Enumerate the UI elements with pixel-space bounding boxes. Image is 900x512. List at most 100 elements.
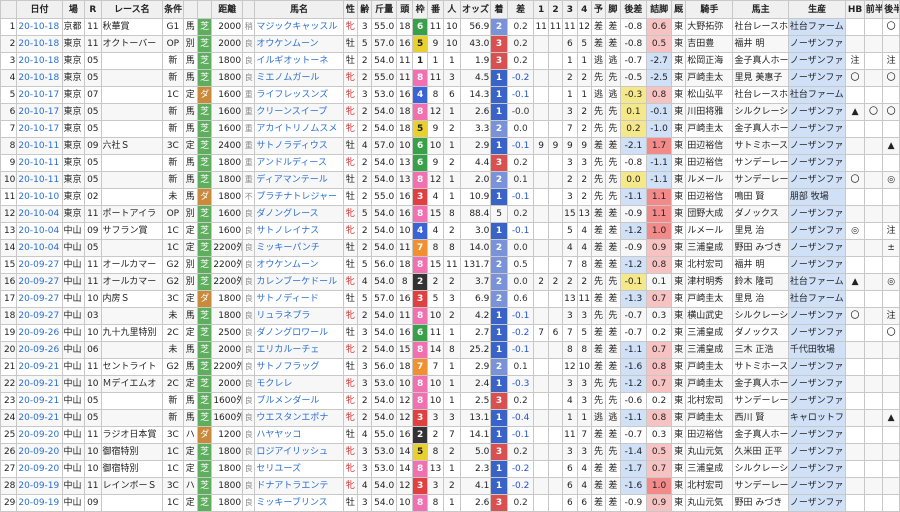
date-cell[interactable]: 20-10-18 — [16, 69, 63, 87]
column-header[interactable]: 後半 — [882, 0, 900, 19]
horse-cell[interactable]: クリーンスイープ — [254, 103, 344, 121]
date-cell[interactable]: 20-10-17 — [16, 103, 63, 121]
horse-cell[interactable]: リュラネプラ — [254, 307, 344, 325]
date-cell[interactable]: 20-09-27 — [16, 290, 63, 308]
column-header[interactable]: 距離 — [211, 0, 244, 19]
column-header[interactable] — [196, 0, 213, 19]
column-header[interactable]: 3 — [562, 0, 578, 19]
date-cell[interactable]: 20-09-27 — [16, 256, 63, 274]
horse-cell[interactable]: ウエスタンエポナ — [254, 409, 344, 427]
date-cell[interactable]: 20-10-18 — [16, 52, 63, 70]
date-cell[interactable]: 20-09-27 — [16, 273, 63, 291]
date-cell[interactable]: 20-10-04 — [16, 239, 63, 257]
horse-cell[interactable]: ライフレッスンズ — [254, 86, 344, 104]
column-header[interactable]: 日付 — [16, 0, 63, 19]
column-header[interactable]: レース名 — [100, 0, 164, 19]
column-header[interactable] — [242, 0, 256, 19]
column-header[interactable]: 頭 — [395, 0, 414, 19]
horse-cell[interactable]: オウケンムーン — [254, 35, 344, 53]
column-header[interactable]: 番 — [426, 0, 445, 19]
date-cell[interactable]: 20-09-21 — [16, 392, 63, 410]
date-cell[interactable]: 20-09-19 — [16, 477, 63, 495]
date-cell[interactable]: 20-09-26 — [16, 341, 63, 359]
column-header[interactable]: 枠 — [412, 0, 428, 19]
horse-cell[interactable]: マジックキャッスル — [254, 18, 344, 36]
owner-cell: 金子真人ホー — [732, 52, 789, 70]
horse-cell[interactable]: アンドルディース — [254, 154, 344, 172]
horse-cell[interactable]: ブルメンダール — [254, 392, 344, 410]
column-header[interactable]: 生産 — [787, 0, 847, 19]
horse-cell[interactable]: ミッキーパンチ — [254, 239, 344, 257]
column-header[interactable]: 齢 — [357, 0, 373, 19]
horse-cell[interactable]: モクレレ — [254, 375, 344, 393]
column-header[interactable]: オッズ — [459, 0, 492, 19]
horse-cell[interactable]: ミエノムガール — [254, 69, 344, 87]
horse-cell[interactable]: サトノレイナス — [254, 222, 344, 240]
column-header[interactable]: 後差 — [619, 0, 648, 19]
horse-cell[interactable]: セリユーズ — [254, 460, 344, 478]
horse-cell[interactable]: サトノフラッグ — [254, 358, 344, 376]
horse-cell[interactable]: アカイトリノムスメ — [254, 120, 344, 138]
race-cell: オールカマー — [100, 256, 164, 274]
date-cell[interactable]: 20-09-26 — [16, 324, 63, 342]
date-cell[interactable]: 20-09-21 — [16, 358, 63, 376]
column-header[interactable]: R — [84, 0, 102, 19]
date-cell[interactable]: 20-09-20 — [16, 460, 63, 478]
column-header[interactable]: 1 — [533, 0, 549, 19]
date-cell[interactable]: 20-10-04 — [16, 222, 63, 240]
date-cell[interactable]: 20-09-20 — [16, 426, 63, 444]
date-cell[interactable]: 20-09-19 — [16, 494, 63, 512]
column-header[interactable]: 2 — [547, 0, 564, 19]
column-header[interactable]: 人 — [443, 0, 461, 19]
column-header[interactable]: 条件 — [162, 0, 184, 19]
date-cell[interactable]: 20-10-17 — [16, 120, 63, 138]
date-cell[interactable]: 20-09-20 — [16, 443, 63, 461]
horse-cell[interactable]: ミッキーブリンス — [254, 494, 344, 512]
horse-cell[interactable]: ハヤヤッコ — [254, 426, 344, 444]
date-cell[interactable]: 20-09-21 — [16, 409, 63, 427]
column-header[interactable]: 斤量 — [371, 0, 397, 19]
date-cell[interactable]: 20-10-18 — [16, 18, 63, 36]
horse-cell[interactable]: エリカルーチェ — [254, 341, 344, 359]
date-cell[interactable]: 20-09-21 — [16, 375, 63, 393]
horse-cell[interactable]: ダノングロワール — [254, 324, 344, 342]
column-header[interactable]: HB — [845, 0, 865, 19]
horse-cell[interactable]: サトノディード — [254, 290, 344, 308]
horse-cell[interactable]: ダノングレース — [254, 205, 344, 223]
column-header[interactable]: 場 — [61, 0, 86, 19]
date-cell[interactable]: 20-10-04 — [16, 205, 63, 223]
column-header[interactable]: 厩 — [670, 0, 687, 19]
date-cell[interactable]: 20-10-17 — [16, 86, 63, 104]
column-header[interactable]: 詰脚 — [646, 0, 672, 19]
date-cell[interactable]: 20-10-10 — [16, 188, 63, 206]
column-header[interactable]: 着 — [490, 0, 508, 19]
horse-cell[interactable]: プラチナトレジャー — [254, 188, 344, 206]
cond-cell: 別 — [182, 205, 198, 223]
date-cell[interactable]: 20-10-11 — [16, 137, 63, 155]
hb-cell: 〇 — [845, 171, 865, 189]
column-header[interactable]: 予 — [590, 0, 607, 19]
column-header[interactable]: 前半 — [863, 0, 884, 19]
horse-cell[interactable]: ロジアイリッシュ — [254, 443, 344, 461]
column-header[interactable]: 脚 — [605, 0, 621, 19]
column-header[interactable]: 馬主 — [732, 0, 789, 19]
horse-cell[interactable]: ディアマンテール — [254, 171, 344, 189]
horse-cell[interactable]: オウケンムーン — [254, 256, 344, 274]
date-cell[interactable]: 20-10-18 — [16, 35, 63, 53]
column-header[interactable] — [182, 0, 198, 19]
column-header[interactable] — [0, 0, 18, 19]
column-header[interactable]: 馬名 — [254, 0, 344, 19]
column-header[interactable]: 差 — [506, 0, 535, 19]
yo-cell: 先 — [590, 273, 607, 291]
column-header[interactable]: 性 — [342, 0, 359, 19]
table-row: 14 20-10-04 中山 05 1C 定芝 2200外良ミッキーパンチ牡 2 54.0 11 7… — [0, 239, 900, 257]
date-cell[interactable]: 20-10-11 — [16, 154, 63, 172]
column-header[interactable]: 4 — [576, 0, 592, 19]
horse-cell[interactable]: カレンブーケドール — [254, 273, 344, 291]
date-cell[interactable]: 20-10-11 — [16, 171, 63, 189]
horse-cell[interactable]: ドナアトラエンテ — [254, 477, 344, 495]
date-cell[interactable]: 20-09-27 — [16, 307, 63, 325]
horse-cell[interactable]: イルギオットーネ — [254, 52, 344, 70]
horse-cell[interactable]: サトノラディウス — [254, 137, 344, 155]
column-header[interactable]: 騎手 — [685, 0, 734, 19]
